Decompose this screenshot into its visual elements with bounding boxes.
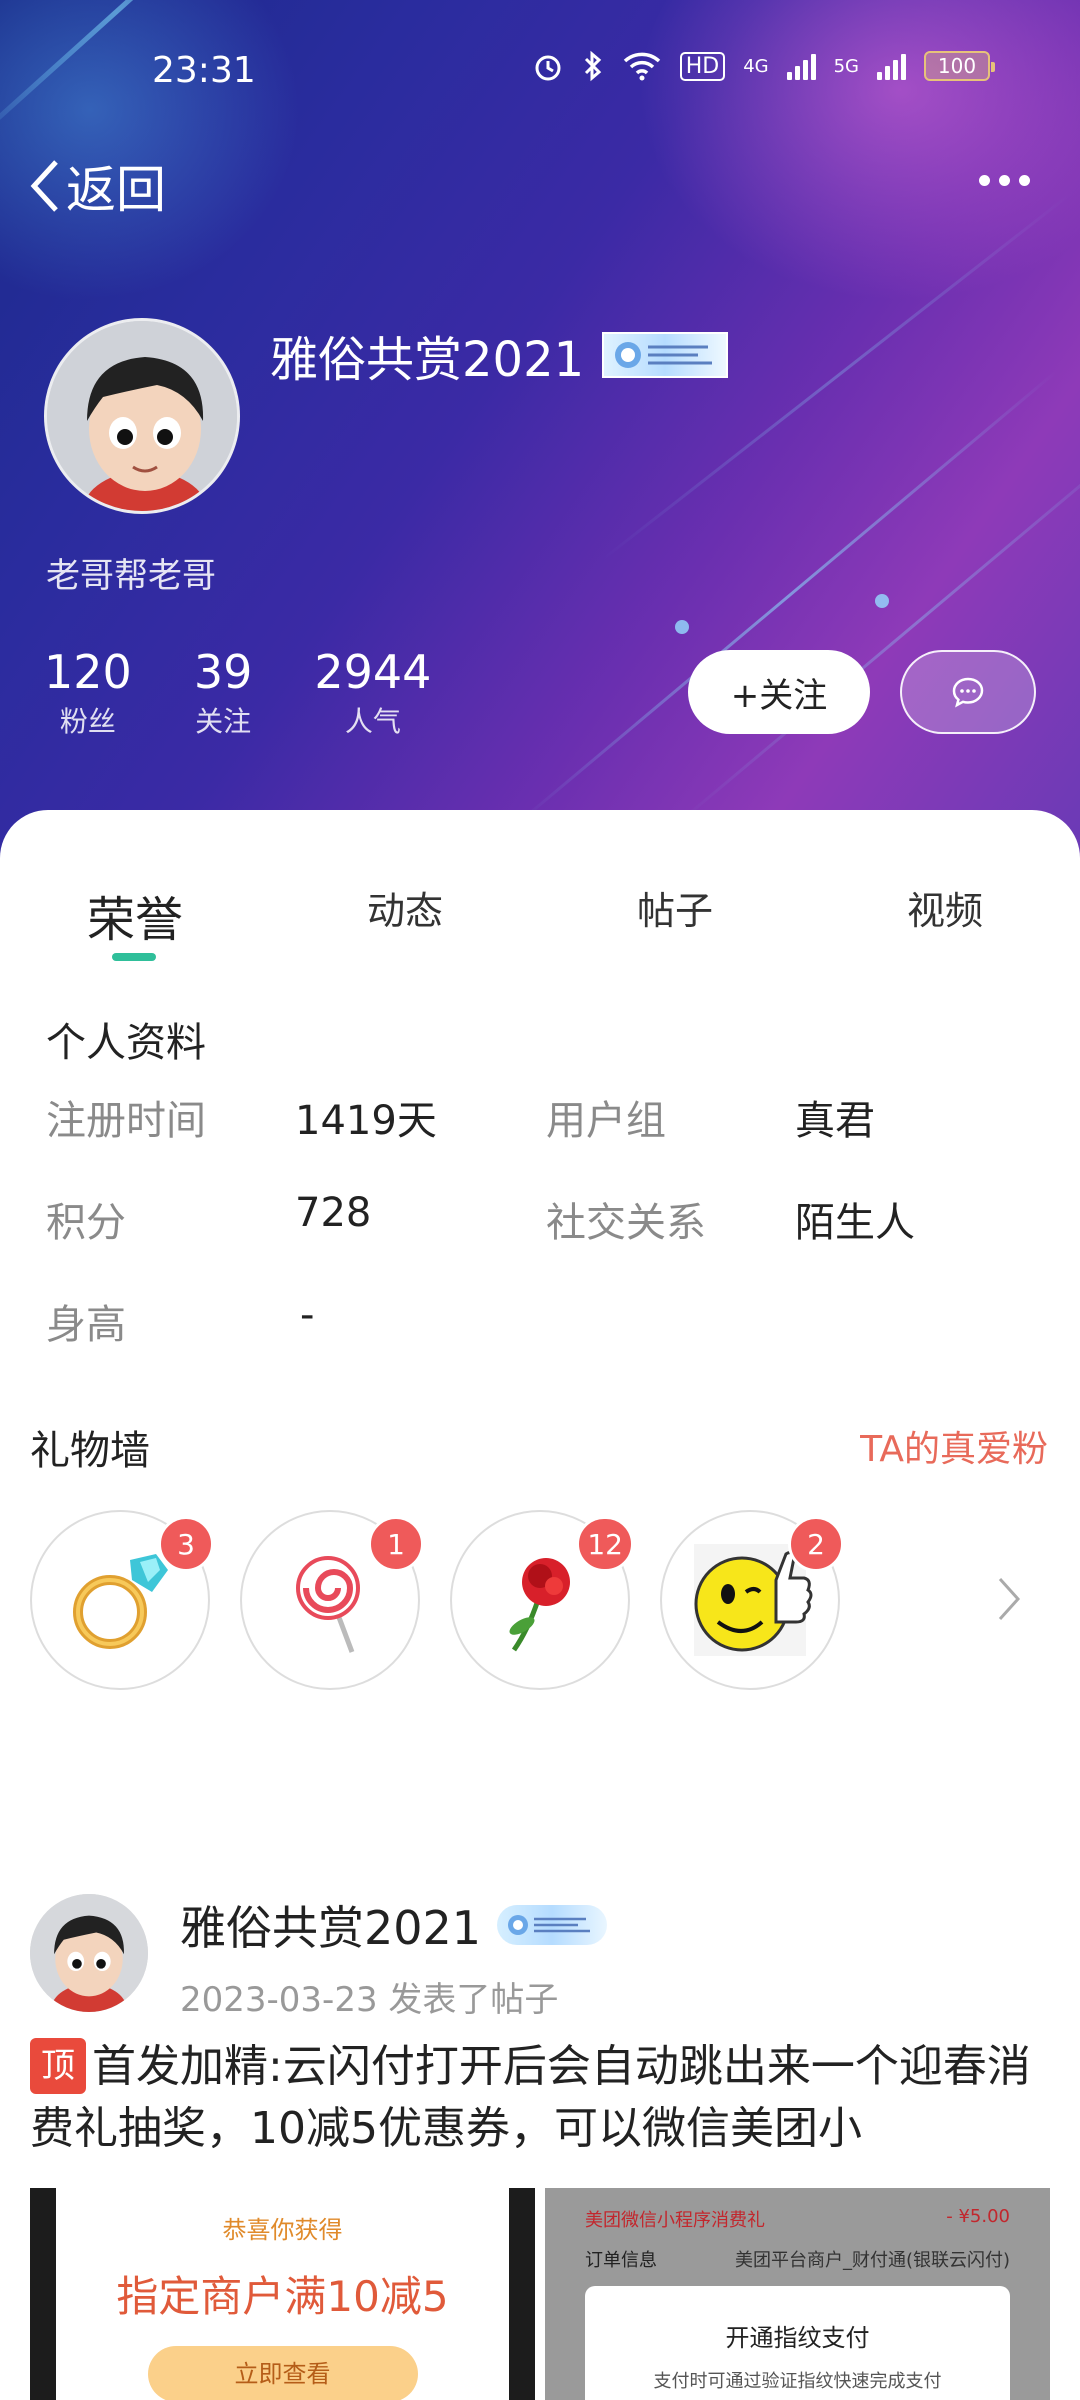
- signal-4g-icon: [786, 52, 816, 80]
- chat-bubble-icon: [952, 677, 984, 708]
- info-value: 1419天: [295, 1098, 437, 1144]
- gift-count-badge: 12: [576, 1516, 634, 1572]
- info-value: 728: [295, 1190, 372, 1236]
- gift-wall-title: 礼物墙: [30, 1428, 150, 1474]
- post-image[interactable]: 美团微信小程序消费礼 - ¥5.00 订单信息 美团平台商户_财付通(银联云闪付…: [545, 2188, 1050, 2400]
- fingerprint-dialog: 开通指纹支付 支付时可通过验证指纹快速完成支付: [585, 2286, 1010, 2400]
- info-value: 真君: [795, 1098, 876, 1144]
- wifi-icon: [623, 52, 660, 81]
- profile-stats: 120 粉丝 39 关注 2944 人气: [44, 646, 431, 740]
- stat-label: 人气: [344, 705, 401, 738]
- level-badge-icon: [602, 332, 729, 378]
- gift-count-badge: 1: [368, 1516, 424, 1572]
- order-merchant: 美团平台商户_财付通(银联云闪付): [734, 2250, 1010, 2271]
- status-icons: HD 4G 5G 100: [532, 50, 995, 82]
- coupon-screenshot: 恭喜你获得 指定商户满10减5 立即查看: [56, 2188, 509, 2400]
- post-image[interactable]: 恭喜你获得 指定商户满10减5 立即查看: [30, 2188, 535, 2400]
- stat-label: 粉丝: [59, 705, 116, 738]
- coupon-caption: 恭喜你获得: [222, 2216, 343, 2244]
- post-title[interactable]: 顶首发加精:云闪付打开后会自动跳出来一个迎春消费礼抽奖，10减5优惠券，可以微信…: [30, 2036, 1060, 2160]
- info-row: 积分 728 社交关系 陌生人: [46, 1190, 1046, 1292]
- gift-list: 3 1 12 2: [30, 1510, 844, 1690]
- stat-fans[interactable]: 120 粉丝: [44, 646, 132, 740]
- gift-count-badge: 3: [158, 1516, 214, 1572]
- post-title-text: 首发加精:云闪付打开后会自动跳出来一个迎春消费礼抽奖，10减5优惠券，可以微信美…: [30, 2041, 1031, 2154]
- info-key: 用户组: [546, 1098, 666, 1144]
- battery-icon: 100: [924, 51, 995, 81]
- stat-value: 2944: [314, 645, 432, 699]
- info-key: 身高: [46, 1302, 126, 1348]
- stat-value: 120: [44, 645, 132, 699]
- post-meta: 2023-03-23 发表了帖子: [180, 1980, 559, 2020]
- gift-count-badge: 2: [788, 1516, 844, 1572]
- info-key: 社交关系: [546, 1200, 706, 1246]
- post-author-avatar[interactable]: [30, 1894, 148, 2012]
- status-bar: 23:31 HD 4G 5G 100: [0, 0, 1080, 140]
- profile-content-card: 荣誉 动态 帖子 视频 个人资料 注册时间 1419天 用户组 真君 积分 72…: [0, 810, 1080, 2400]
- order-line: 美团微信小程序消费礼: [585, 2210, 765, 2231]
- more-dot-icon: [979, 175, 990, 186]
- cartoon-avatar-icon: [30, 1894, 148, 2012]
- tab-bar: 荣誉 动态 帖子 视频: [0, 880, 1080, 950]
- info-row: 身高 -: [46, 1292, 1046, 1394]
- info-key: 积分: [46, 1200, 126, 1246]
- more-dot-icon: [999, 175, 1010, 186]
- gift-item[interactable]: 1: [240, 1510, 424, 1690]
- bluetooth-icon: [584, 50, 601, 82]
- alarm-icon: [535, 55, 561, 81]
- signal-5g-icon: [877, 52, 906, 80]
- coupon-cta: 立即查看: [147, 2346, 418, 2400]
- dialog-title: 开通指纹支付: [725, 2324, 870, 2352]
- active-tab-indicator: [112, 953, 156, 961]
- more-dot-icon: [1019, 175, 1030, 186]
- follow-button[interactable]: +关注: [688, 650, 870, 734]
- info-key: 注册时间: [46, 1098, 206, 1144]
- coupon-headline: 指定商户满10减5: [116, 2272, 449, 2321]
- info-value: -: [300, 1292, 315, 1338]
- gift-item[interactable]: 2: [660, 1510, 844, 1690]
- stat-value: 39: [193, 645, 253, 699]
- profile-name: 雅俗共赏2021: [270, 332, 585, 388]
- chevron-left-icon: [30, 160, 58, 212]
- message-button[interactable]: [900, 650, 1036, 734]
- profile-name-row: 雅俗共赏2021: [270, 320, 729, 390]
- back-button[interactable]: 返回: [28, 150, 166, 222]
- order-info-label: 订单信息: [585, 2250, 657, 2271]
- order-amount: - ¥5.00: [946, 2206, 1010, 2227]
- cartoon-avatar-icon: [47, 321, 237, 511]
- post-image-gallery: 恭喜你获得 指定商户满10减5 立即查看 美团微信小程序消费礼 - ¥5.00 …: [30, 2188, 1050, 2400]
- hd-badge: HD: [679, 51, 726, 81]
- network-4g-label: 4G: [743, 55, 769, 77]
- stat-following[interactable]: 39 关注: [194, 646, 253, 740]
- profile-subtitle: 老哥帮老哥: [46, 556, 216, 596]
- chevron-right-icon[interactable]: [996, 1575, 1022, 1623]
- gift-item[interactable]: 12: [450, 1510, 634, 1690]
- stat-label: 关注: [195, 705, 252, 738]
- back-label: 返回: [66, 161, 166, 219]
- tab-activity[interactable]: 动态: [270, 880, 540, 950]
- true-fans-link[interactable]: TA的真爱粉: [860, 1420, 1048, 1472]
- tab-honor[interactable]: 荣誉: [0, 880, 270, 950]
- post-author-row: 雅俗共赏2021: [180, 1892, 608, 1958]
- pinned-tag: 顶: [30, 2038, 86, 2094]
- dialog-subtitle: 支付时可通过验证指纹快速完成支付: [653, 2371, 942, 2392]
- more-menu-button[interactable]: [979, 175, 1030, 186]
- post-author-name[interactable]: 雅俗共赏2021: [180, 1892, 481, 1958]
- battery-level: 100: [937, 54, 977, 78]
- status-time: 23:31: [152, 50, 256, 91]
- tab-posts[interactable]: 帖子: [540, 880, 810, 950]
- personal-info-title: 个人资料: [46, 1020, 206, 1066]
- personal-info-grid: 注册时间 1419天 用户组 真君 积分 728 社交关系 陌生人 身高 -: [46, 1088, 1046, 1394]
- stat-popularity: 2944 人气: [314, 646, 431, 740]
- network-5g-label: 5G: [833, 55, 859, 77]
- info-value: 陌生人: [795, 1200, 916, 1246]
- info-row: 注册时间 1419天 用户组 真君: [46, 1088, 1046, 1190]
- gift-item[interactable]: 3: [30, 1510, 214, 1690]
- level-badge-icon: [497, 1905, 608, 1945]
- tab-videos[interactable]: 视频: [810, 880, 1080, 950]
- avatar[interactable]: [44, 318, 240, 514]
